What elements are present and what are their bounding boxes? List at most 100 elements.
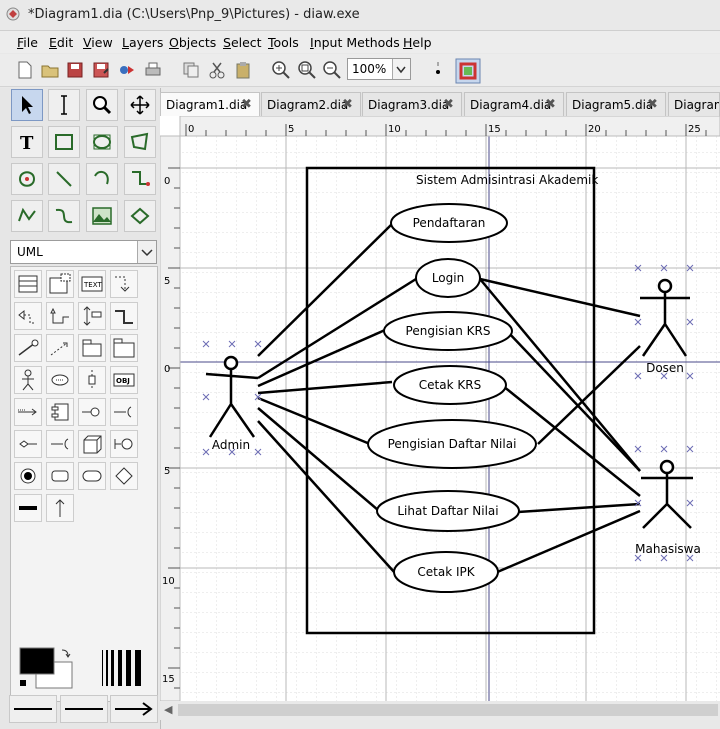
sheet-selector[interactable]: UML — [10, 240, 157, 264]
export-icon[interactable] — [117, 60, 137, 80]
new-file-icon[interactable] — [15, 60, 35, 80]
uml-fork-bar-shape[interactable] — [14, 494, 42, 522]
scroll-left-icon[interactable]: ◀ — [164, 703, 172, 716]
uml-component-shape[interactable] — [46, 398, 74, 426]
menu-objects[interactable]: Objects — [169, 35, 216, 50]
menu-select[interactable]: Select — [223, 35, 262, 50]
uml-classicon-shape[interactable] — [78, 398, 106, 426]
tab-diagram3[interactable]: Diagram3.dia ✖ — [362, 92, 462, 116]
menu-help[interactable]: Help — [403, 35, 432, 50]
uml-initial-state-shape[interactable] — [14, 462, 42, 490]
magnify-tool[interactable] — [86, 89, 118, 121]
start-arrow-selector[interactable] — [9, 695, 57, 723]
uml-lifeline-shape[interactable] — [78, 366, 106, 394]
paste-icon[interactable] — [233, 60, 253, 80]
uml-actor-shape[interactable] — [14, 366, 42, 394]
beziergon-tool[interactable] — [11, 163, 43, 195]
scroll-tool[interactable] — [124, 89, 156, 121]
uml-small-package-shape[interactable] — [46, 334, 74, 362]
use-case-login[interactable]: Login — [415, 258, 481, 298]
line-tool[interactable] — [48, 163, 80, 195]
scrollbar-thumb[interactable] — [178, 704, 718, 716]
uml-activity-shape[interactable] — [78, 462, 106, 490]
save-icon[interactable] — [65, 60, 85, 80]
polyline-tool[interactable] — [11, 200, 43, 232]
line-style-selector[interactable] — [60, 695, 108, 723]
image-tool[interactable] — [86, 200, 118, 232]
zoom-fit-icon[interactable] — [297, 60, 317, 80]
uml-object-shape[interactable]: OBJ — [110, 366, 138, 394]
menu-view[interactable]: View — [83, 35, 113, 50]
line-width-selector[interactable] — [100, 648, 146, 688]
zoom-out-icon[interactable] — [322, 60, 342, 80]
menu-tools[interactable]: Tools — [268, 35, 299, 50]
use-case-lihat-daftar-nilai[interactable]: Lihat Daftar Nilai — [376, 490, 520, 532]
uml-message-shape[interactable] — [14, 398, 42, 426]
close-icon[interactable]: ✖ — [545, 97, 556, 112]
menu-edit[interactable]: Edit — [49, 35, 73, 50]
use-case-pengisian-daftar-nilai[interactable]: Pengisian Daftar Nilai — [367, 419, 537, 469]
tab-diagram1[interactable]: Diagram1.dia ✖ — [160, 92, 260, 116]
uml-constraint-shape[interactable] — [14, 334, 42, 362]
uml-state-shape[interactable] — [110, 430, 138, 458]
menu-file[interactable]: File — [17, 35, 38, 50]
polygon-tool[interactable] — [124, 126, 156, 158]
pointer-tool[interactable] — [11, 89, 43, 121]
zoom-select[interactable]: 100% — [347, 58, 411, 80]
uml-transition-shape[interactable] — [46, 494, 74, 522]
horizontal-scrollbar[interactable]: ◀ — [160, 701, 720, 720]
menu-layers[interactable]: Layers — [122, 35, 163, 50]
box-tool[interactable] — [48, 126, 80, 158]
end-arrow-selector[interactable] — [110, 695, 158, 723]
tab-diagram2[interactable]: Diagram2.dia ✖ — [261, 92, 361, 116]
diagram-svg[interactable]: 0 5 10 15 20 25 0 5 0 5 10 15 Sistem Adm… — [159, 115, 720, 702]
chevron-down-icon[interactable] — [392, 59, 410, 79]
use-case-pengisian-krs[interactable]: Pengisian KRS — [383, 311, 513, 351]
uml-state-rounded-shape[interactable] — [46, 462, 74, 490]
uml-usecase-shape[interactable] — [46, 366, 74, 394]
text-tool[interactable]: T — [11, 126, 43, 158]
color-selector[interactable] — [18, 646, 78, 690]
object-snapping-icon[interactable] — [455, 58, 481, 84]
uml-implements-shape[interactable] — [110, 302, 138, 330]
uml-large-package-shape[interactable] — [110, 334, 138, 362]
tab-diagram6[interactable]: Diagram6.dia — [668, 92, 720, 116]
diagram-canvas[interactable]: 0 5 10 15 20 25 0 5 0 5 10 15 Sistem Adm… — [159, 115, 720, 702]
uml-dependency-shape[interactable] — [110, 270, 138, 298]
close-icon[interactable]: ✖ — [241, 97, 252, 112]
menu-input-methods[interactable]: Input Methods — [310, 35, 400, 50]
close-icon[interactable]: ✖ — [342, 97, 353, 112]
uml-package-shape[interactable] — [78, 334, 106, 362]
cut-icon[interactable] — [207, 60, 227, 80]
print-icon[interactable] — [143, 60, 163, 80]
uml-association-shape[interactable] — [78, 302, 106, 330]
tab-diagram5[interactable]: Diagram5.dia ✖ — [566, 92, 666, 116]
copy-icon[interactable] — [181, 60, 201, 80]
zoom-in-icon[interactable] — [271, 60, 291, 80]
uml-node-shape[interactable] — [78, 430, 106, 458]
uml-branch-shape[interactable] — [14, 430, 42, 458]
arc-tool[interactable] — [86, 163, 118, 195]
uml-generalization-shape[interactable] — [46, 302, 74, 330]
uml-note-shape[interactable]: TEXT — [78, 270, 106, 298]
bezierline-tool[interactable] — [48, 200, 80, 232]
tab-diagram4[interactable]: Diagram4.dia ✖ — [464, 92, 564, 116]
uml-decision-shape[interactable] — [110, 462, 138, 490]
open-folder-icon[interactable] — [40, 60, 60, 80]
ellipse-tool[interactable] — [86, 126, 118, 158]
uml-required-interface-shape[interactable] — [110, 398, 138, 426]
save-as-icon[interactable] — [91, 60, 111, 80]
text-edit-tool[interactable] — [48, 89, 80, 121]
close-icon[interactable]: ✖ — [443, 97, 454, 112]
uml-class-shape[interactable] — [14, 270, 42, 298]
use-case-cetak-ipk[interactable]: Cetak IPK — [393, 551, 499, 593]
outline-tool[interactable] — [124, 200, 156, 232]
uml-realizes-shape[interactable] — [14, 302, 42, 330]
chevron-down-icon[interactable] — [137, 241, 156, 263]
close-icon[interactable]: ✖ — [647, 97, 658, 112]
uml-template-class-shape[interactable] — [46, 270, 74, 298]
use-case-pendaftaran[interactable]: Pendaftaran — [390, 203, 508, 243]
snap-to-grid-icon[interactable] — [428, 60, 448, 80]
uml-fork-shape[interactable] — [46, 430, 74, 458]
use-case-cetak-krs[interactable]: Cetak KRS — [393, 365, 507, 405]
